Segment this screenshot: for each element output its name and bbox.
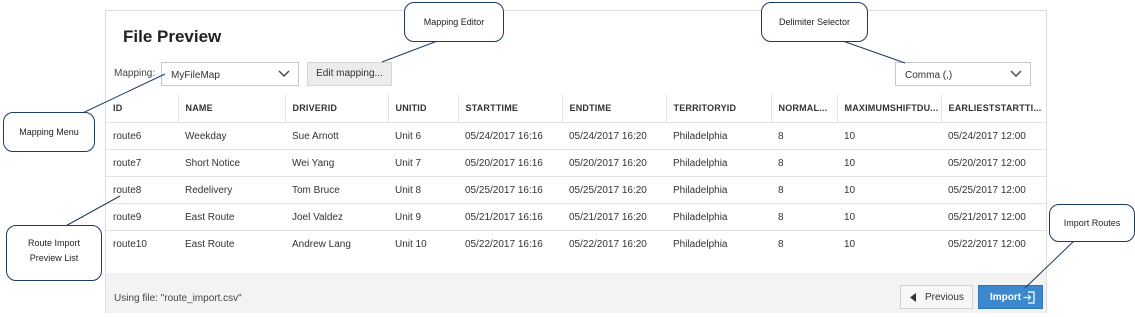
table-cell: 05/24/2017 16:16 [458,122,562,150]
table-cell: Philadelphia [666,230,771,257]
callout-text: Mapping Menu [19,127,79,137]
table-cell: 10 [837,176,941,204]
column-header[interactable]: DRIVERID [284,94,388,123]
table-cell: 05/24/2017 12:00 [941,122,1046,150]
callout-text: Mapping Editor [423,17,485,27]
table-cell: Unit 8 [388,176,458,204]
previous-button[interactable]: Previous [900,285,973,309]
table-cell: 8 [771,230,837,257]
table-cell: 05/20/2017 16:16 [458,149,562,177]
table-cell: 8 [771,122,837,150]
table-cell: Philadelphia [666,176,771,204]
callout-text: Preview List [29,253,79,263]
route-preview-table: ID NAME DRIVERID UNITID STARTTIME ENDTIM… [106,94,1046,257]
table-cell: 05/22/2017 12:00 [941,230,1046,257]
table-cell: 05/21/2017 16:16 [458,203,562,231]
table-cell: route9 [106,203,178,231]
table-cell: Joel Valdez [285,203,388,231]
table-cell: 05/22/2017 16:16 [458,230,562,257]
preview-footer: Using file: "route_import.csv" Previous … [106,273,1046,313]
column-header[interactable]: NORMAL... [770,94,837,123]
column-header[interactable]: STARTTIME [457,94,562,123]
table-cell: 10 [837,149,941,177]
previous-button-label: Previous [925,292,964,303]
table-cell: 05/21/2017 12:00 [941,203,1046,231]
table-cell: Unit 9 [388,203,458,231]
table-cell: 05/20/2017 12:00 [941,149,1046,177]
table-row[interactable]: route8 Redelivery Tom Bruce Unit 8 05/25… [106,176,1046,204]
import-button-label: Import [990,292,1022,303]
chevron-down-icon [1010,70,1022,77]
callout-text: Route Import [27,238,81,248]
table-row[interactable]: route6 Weekday Sue Arnott Unit 6 05/24/2… [106,122,1046,150]
table-cell: route10 [106,230,178,257]
table-cell: Short Notice [178,149,285,177]
column-header[interactable]: ID [106,94,178,123]
table-cell: Redelivery [178,176,285,204]
table-cell: Andrew Lang [285,230,388,257]
chevron-down-icon [278,70,290,77]
column-header[interactable]: MAXIMUMSHIFTDU... [836,94,941,123]
import-button[interactable]: Import [978,285,1043,309]
table-cell: Unit 7 [388,149,458,177]
table-cell: 05/25/2017 12:00 [941,176,1046,204]
callout-mapping-menu: Mapping Menu [3,112,95,152]
table-cell: Wei Yang [285,149,388,177]
table-cell: Weekday [178,122,285,150]
previous-arrow-icon [910,293,916,302]
callout-text: Import Routes [1063,218,1121,228]
callout-mapping-editor: Mapping Editor [404,2,504,42]
table-row[interactable]: route9 East Route Joel Valdez Unit 9 05/… [106,203,1046,231]
table-cell: Unit 6 [388,122,458,150]
delimiter-select[interactable]: Comma (,) [895,62,1031,86]
table-cell: Philadelphia [666,149,771,177]
table-cell: route7 [106,149,178,177]
file-preview-panel: File Preview Mapping: MyFileMap Edit map… [105,10,1047,313]
table-row[interactable]: route7 Short Notice Wei Yang Unit 7 05/2… [106,149,1046,177]
table-cell: 10 [837,203,941,231]
table-cell: 05/25/2017 16:20 [562,176,666,204]
callout-import-routes: Import Routes [1049,204,1135,242]
table-cell: Unit 10 [388,230,458,257]
column-header[interactable]: EARLIESTSTARTTI... [940,94,1046,123]
table-cell: 05/20/2017 16:20 [562,149,666,177]
column-header[interactable]: NAME [177,94,285,123]
table-row[interactable]: route10 East Route Andrew Lang Unit 10 0… [106,230,1046,257]
edit-mapping-button[interactable]: Edit mapping... [307,62,392,86]
table-cell: 8 [771,176,837,204]
mapping-select-value: MyFileMap [171,70,220,81]
table-cell: 05/22/2017 16:20 [562,230,666,257]
table-header-row: ID NAME DRIVERID UNITID STARTTIME ENDTIM… [106,94,1046,123]
table-cell: route8 [106,176,178,204]
table-cell: 05/25/2017 16:16 [458,176,562,204]
mapping-label: Mapping: [114,68,156,79]
table-cell: East Route [178,203,285,231]
column-header[interactable]: TERRITORYID [665,94,771,123]
table-cell: Tom Bruce [285,176,388,204]
table-cell: 10 [837,230,941,257]
using-file-text: Using file: "route_import.csv" [114,293,242,304]
mapping-select[interactable]: MyFileMap [161,62,299,86]
callout-route-import-preview-list: Route Import Preview List [6,225,102,281]
delimiter-select-value: Comma (,) [905,70,953,81]
table-cell: Sue Arnott [285,122,388,150]
table-cell: 05/21/2017 16:20 [562,203,666,231]
column-header[interactable]: ENDTIME [561,94,666,123]
table-cell: 8 [771,149,837,177]
import-icon [1023,291,1035,304]
table-cell: route6 [106,122,178,150]
table-cell: 05/24/2017 16:20 [562,122,666,150]
column-header[interactable]: UNITID [387,94,458,123]
callout-delimiter-selector: Delimiter Selector [761,2,868,42]
table-cell: 10 [837,122,941,150]
table-cell: 8 [771,203,837,231]
table-cell: East Route [178,230,285,257]
table-cell: Philadelphia [666,203,771,231]
table-cell: Philadelphia [666,122,771,150]
page-title: File Preview [123,27,222,46]
callout-text: Delimiter Selector [778,17,851,27]
